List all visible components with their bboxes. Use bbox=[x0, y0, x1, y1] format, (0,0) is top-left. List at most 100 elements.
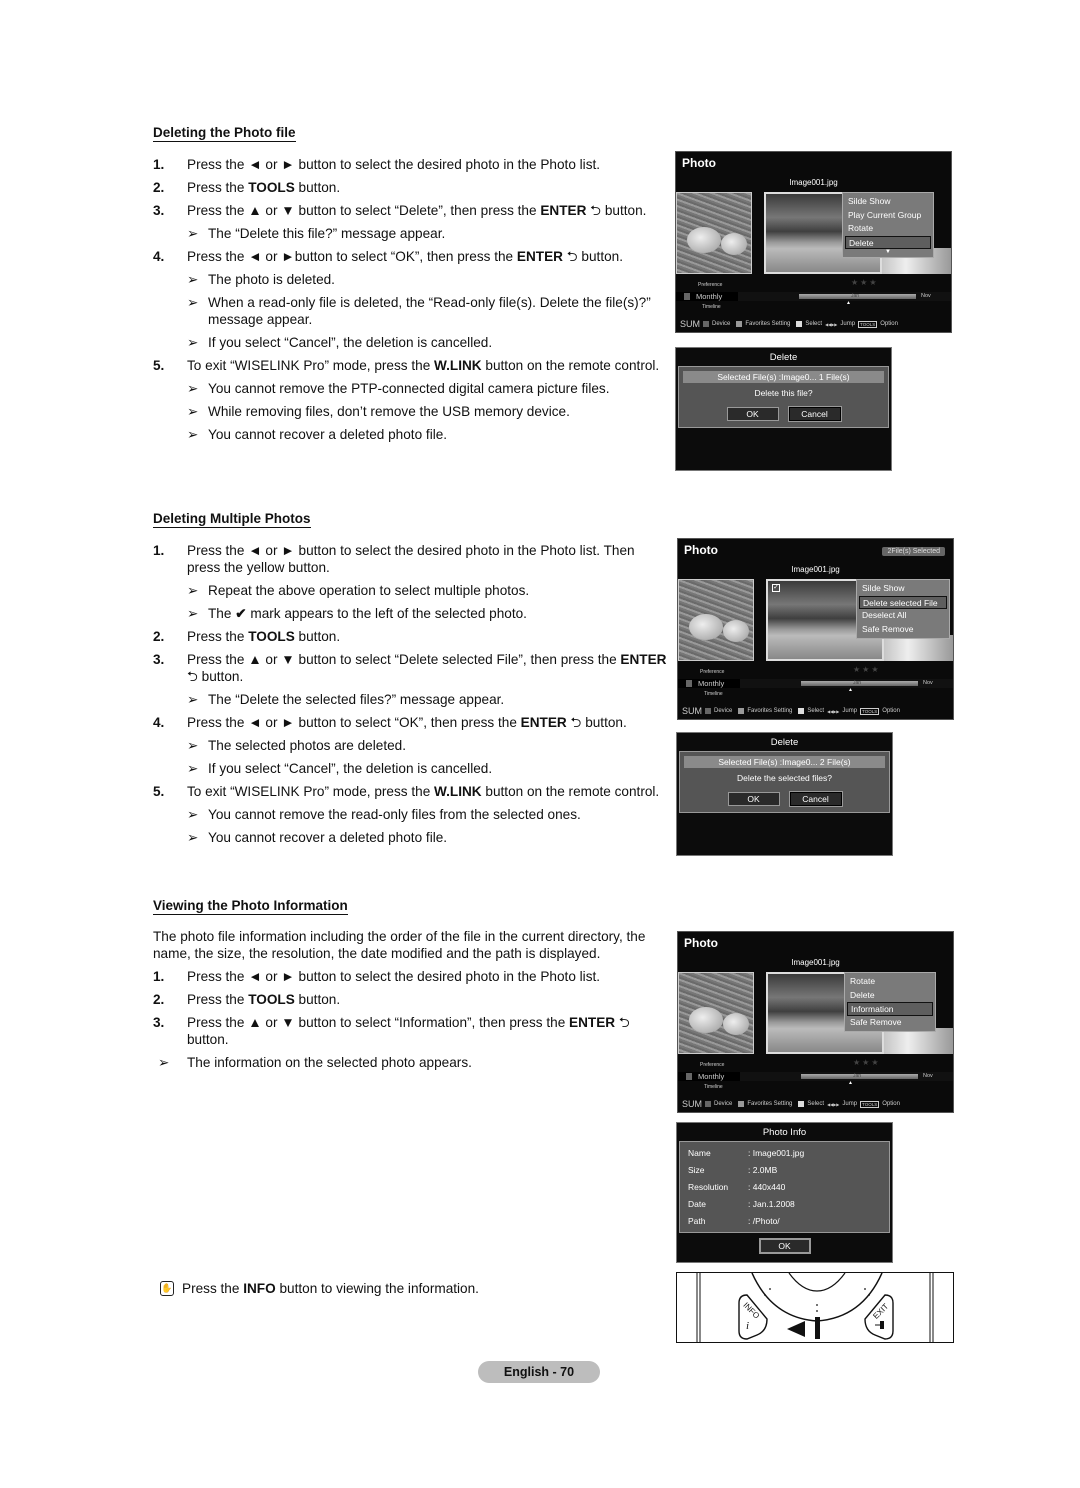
intro-paragraph: The photo file information including the… bbox=[153, 929, 646, 961]
tv-screen-delete-multiple: Photo 2File(s) Selected Image001.jpg ✓ Silde… bbox=[677, 538, 954, 720]
step-number: 3. bbox=[153, 652, 165, 667]
thumbnail-previous bbox=[678, 579, 754, 661]
dialog-body: Selected File(s) :Image0... 1 File(s) De… bbox=[678, 366, 889, 428]
ok-button[interactable]: OK bbox=[727, 792, 780, 806]
info-label: INFO bbox=[741, 1301, 761, 1321]
menu-more-down-icon: ▼ bbox=[885, 249, 891, 255]
cancel-button[interactable]: Cancel bbox=[789, 792, 842, 806]
tools-menu-item[interactable]: Safe Remove bbox=[847, 1016, 933, 1030]
screen-footer-legend: SUM Device Favorites Setting Select ◀◀▶▶ Jump… bbox=[682, 706, 900, 716]
tools-menu-item[interactable]: Rotate bbox=[847, 975, 933, 989]
sheep-shape bbox=[723, 620, 749, 642]
tv-screen-delete: Photo Image001.jpg Silde Show Play Current … bbox=[675, 151, 952, 333]
note-text: The “Delete the selected files?” message… bbox=[208, 692, 505, 707]
select-color-key bbox=[798, 1101, 805, 1107]
note-arrow-icon: ➢ bbox=[187, 226, 199, 241]
timeline-label: Timeline bbox=[704, 1084, 723, 1090]
timeline-marker-icon: ▲ bbox=[846, 300, 851, 306]
device-label: Device bbox=[714, 1101, 733, 1107]
select-color-key bbox=[798, 708, 805, 714]
timeline-label: Timeline bbox=[704, 691, 723, 697]
tools-menu-item[interactable]: Rotate bbox=[845, 222, 931, 236]
info-key: Size bbox=[688, 1165, 705, 1175]
dialog-title: Delete bbox=[769, 352, 798, 363]
exit-label: EXIT bbox=[871, 1302, 890, 1321]
note-item: ➢ The photo is deleted. bbox=[153, 271, 668, 288]
section-title-viewing-photo-information: Viewing the Photo Information bbox=[153, 898, 348, 915]
ok-button[interactable]: OK bbox=[726, 407, 779, 421]
info-value: : Jan.1.2008 bbox=[748, 1199, 795, 1209]
info-key: Path bbox=[688, 1216, 706, 1226]
option-label: Option bbox=[880, 321, 898, 327]
tools-menu-item[interactable]: Silde Show bbox=[845, 195, 931, 209]
device-label: Device bbox=[712, 321, 731, 327]
favorites-color-key bbox=[736, 321, 743, 327]
favorites-label: Favorites Setting bbox=[745, 321, 791, 327]
tools-menu-item[interactable]: Safe Remove bbox=[859, 623, 947, 637]
step-text: Press the ◄ or ► button to select the de… bbox=[187, 157, 601, 172]
info-row: Date: Jan.1.2008 bbox=[684, 1196, 885, 1213]
step-number: 5. bbox=[153, 784, 165, 799]
tools-key-icon: TOOLS bbox=[860, 1100, 880, 1108]
dialog-message: Delete the selected files? bbox=[737, 773, 832, 783]
photo-info-table: Name: Image001.jpg Size: 2.0MB Resolution:… bbox=[679, 1141, 890, 1233]
monthly-label[interactable]: Monthly bbox=[696, 292, 722, 301]
selected-files-bar: Selected File(s) :Image0... 1 File(s) bbox=[683, 371, 884, 383]
step-number: 1. bbox=[153, 157, 165, 172]
cancel-button[interactable]: Cancel bbox=[788, 407, 841, 421]
step-item: 1. Press the ◄ or ► button to select the … bbox=[153, 968, 668, 985]
info-row: Path: /Photo/ bbox=[684, 1213, 885, 1230]
jump-label: Jump bbox=[840, 321, 856, 327]
ok-button[interactable]: OK bbox=[759, 1239, 810, 1253]
note-item: ➢ The ✔ mark appears to the left of the s… bbox=[153, 605, 668, 622]
tools-menu-item[interactable]: Silde Show bbox=[859, 582, 947, 596]
svg-text:i: i bbox=[746, 1320, 749, 1332]
step-text: Press the TOOLS button. bbox=[187, 992, 341, 1007]
info-row: Size: 2.0MB bbox=[684, 1162, 885, 1179]
note-text: When a read-only file is deleted, the “R… bbox=[208, 295, 651, 327]
device-color-key bbox=[705, 708, 711, 714]
tools-key-icon: TOOLS bbox=[858, 320, 878, 328]
tools-menu-item[interactable]: Information bbox=[847, 1002, 933, 1016]
step-text: Press the ◄ or ► button to select “OK”, … bbox=[187, 715, 627, 730]
monthly-label[interactable]: Monthly bbox=[698, 679, 724, 688]
tools-menu-item[interactable]: Delete bbox=[845, 235, 931, 249]
sheep-shape bbox=[721, 233, 747, 255]
page-number: English - 70 bbox=[478, 1361, 600, 1383]
option-label: Option bbox=[882, 1101, 900, 1107]
select-label: Select bbox=[807, 1101, 825, 1107]
info-tip: ✋ Press the INFO button to viewing the i… bbox=[160, 1281, 479, 1296]
preference-label: Preference bbox=[700, 1062, 725, 1068]
delete-dialog: Delete Selected File(s) :Image0... 1 Fil… bbox=[675, 347, 892, 471]
tools-menu-item[interactable]: Deselect All bbox=[859, 609, 947, 623]
cursor-bar-icon bbox=[815, 1317, 820, 1339]
step-item: 3. Press the ▲ or ▼ button to select “Del… bbox=[153, 651, 668, 685]
note-arrow-icon: ➢ bbox=[187, 738, 199, 753]
note-text: The photo is deleted. bbox=[208, 272, 335, 287]
rating-stars: ★★★ bbox=[853, 1058, 881, 1067]
note-arrow-icon: ➢ bbox=[158, 1055, 170, 1070]
selected-count-badge: 2File(s) Selected bbox=[882, 547, 945, 556]
step-number: 3. bbox=[153, 1015, 165, 1030]
step-text: Press the ▲ or ▼ button to select “Delet… bbox=[187, 652, 667, 684]
note-arrow-icon: ➢ bbox=[187, 692, 199, 707]
delete-selected-dialog: Delete Selected File(s) :Image0... 2 Fil… bbox=[676, 732, 893, 856]
tools-menu-item[interactable]: Delete bbox=[847, 989, 933, 1003]
screen-title: Photo bbox=[682, 156, 716, 170]
note-item: ➢ You cannot remove the read-only files f… bbox=[153, 806, 668, 823]
select-color-key bbox=[796, 321, 803, 327]
monthly-label[interactable]: Monthly bbox=[698, 1072, 724, 1081]
note-item: ➢ The selected photos are deleted. bbox=[153, 737, 668, 754]
note-text: You cannot recover a deleted photo file. bbox=[208, 427, 448, 442]
dialog-body: Selected File(s) :Image0... 2 File(s) De… bbox=[679, 751, 890, 813]
note-arrow-icon: ➢ bbox=[187, 830, 199, 845]
note-item: ➢ If you select “Cancel”, the deletion is… bbox=[153, 760, 668, 777]
option-label: Option bbox=[882, 708, 900, 714]
dialog-message: Delete this file? bbox=[754, 388, 813, 398]
sheep-shape bbox=[689, 614, 723, 640]
note-text: While removing files, don’t remove the U… bbox=[208, 404, 570, 419]
tools-menu-item[interactable]: Delete selected File bbox=[859, 595, 947, 609]
note-item: ➢ While removing files, don’t remove the … bbox=[153, 403, 668, 420]
tools-menu-item[interactable]: Play Current Group bbox=[845, 209, 931, 223]
select-label: Select bbox=[807, 708, 825, 714]
